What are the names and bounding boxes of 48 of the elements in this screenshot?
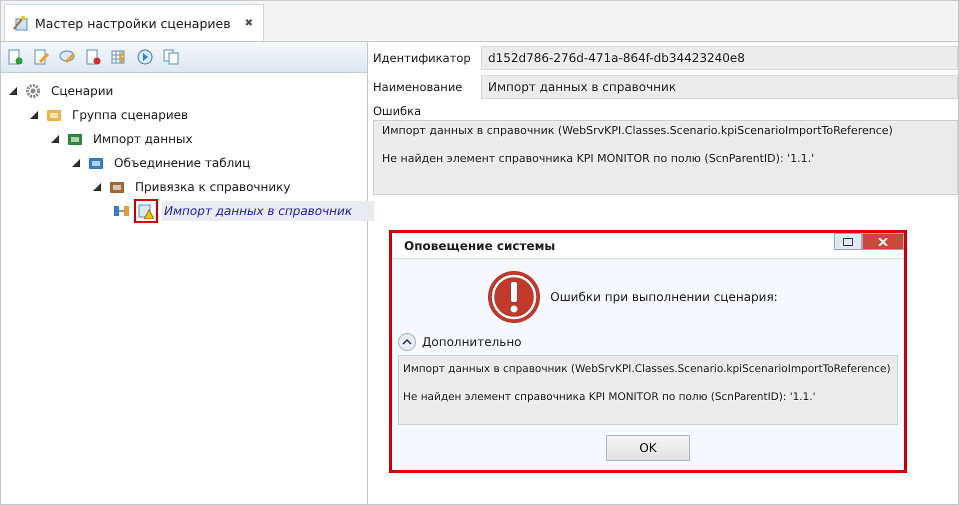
link-icon bbox=[114, 204, 130, 218]
error-icon bbox=[488, 271, 540, 323]
reference-icon bbox=[109, 179, 125, 195]
expand-arrow-icon[interactable] bbox=[9, 87, 17, 95]
field-label: Ошибка bbox=[373, 104, 422, 118]
expand-arrow-icon[interactable] bbox=[93, 183, 101, 191]
copy-icon[interactable] bbox=[163, 49, 179, 65]
error-text: Не найден элемент справочника KPI MONITOR по полю (ScnParentID): '1.1.' bbox=[382, 152, 816, 166]
tab-title: Мастер настройки сценариев bbox=[35, 16, 231, 30]
expand-arrow-icon[interactable] bbox=[72, 159, 80, 167]
text-field[interactable]: d152d786-276d-471a-864f-db34423240e8 bbox=[481, 46, 958, 70]
dialog-title: Оповещение системы bbox=[404, 238, 556, 252]
details-label: Дополнительно bbox=[422, 335, 522, 349]
text-field[interactable]: Импорт данных в справочник bbox=[481, 75, 958, 99]
restore-icon bbox=[843, 238, 853, 246]
expand-arrow-icon[interactable] bbox=[51, 135, 59, 143]
tree-item[interactable]: Группа сценариев bbox=[70, 105, 190, 125]
close-button[interactable]: ✖ bbox=[244, 18, 253, 28]
table-lightning-icon[interactable] bbox=[111, 49, 127, 65]
details-text: Не найден элемент справочника KPI MONITOR по полю (ScnParentID): '1.1.' bbox=[403, 390, 817, 404]
folder-icon bbox=[46, 107, 62, 123]
ok-button[interactable]: OK bbox=[606, 434, 690, 460]
expand-arrow-icon[interactable] bbox=[30, 111, 38, 119]
delete-document-icon[interactable] bbox=[85, 49, 101, 65]
error-text: Импорт данных в справочник (WebSrvKPI.Classes.Scenario.kpiScenarioImportToReference) bbox=[382, 124, 894, 138]
tree-item[interactable]: Сценарии bbox=[49, 81, 116, 101]
add-document-icon[interactable] bbox=[7, 49, 23, 65]
close-button[interactable] bbox=[862, 233, 904, 250]
edit-document-icon[interactable] bbox=[33, 49, 49, 65]
document-warning-icon bbox=[138, 203, 154, 219]
wand-icon bbox=[13, 15, 29, 31]
tree-item[interactable]: Импорт данных bbox=[91, 129, 195, 149]
tree-item[interactable]: Привязка к справочнику bbox=[133, 177, 293, 197]
play-icon[interactable] bbox=[137, 49, 153, 65]
tree-item[interactable]: Объединение таблиц bbox=[112, 153, 252, 173]
table-merge-icon bbox=[88, 155, 104, 171]
collapse-icon[interactable] bbox=[398, 333, 416, 351]
field-label: Идентификатор bbox=[373, 51, 472, 65]
dialog-message: Ошибки при выполнении сценария: bbox=[550, 290, 778, 304]
tree-item[interactable]: Импорт данных в справочник bbox=[162, 201, 374, 221]
restore-button[interactable] bbox=[834, 233, 862, 250]
spreadsheet-icon bbox=[67, 131, 83, 147]
close-icon bbox=[878, 238, 888, 246]
gear-icon bbox=[25, 83, 41, 99]
field-label: Наименование bbox=[373, 80, 464, 94]
document-tab[interactable]: Мастер настройки сценариев ✖ bbox=[4, 4, 264, 41]
details-text: Импорт данных в справочник (WebSrvKPI.Classes.Scenario.kpiScenarioImportToReference) bbox=[403, 362, 892, 376]
edit-comment-icon[interactable] bbox=[59, 49, 75, 65]
